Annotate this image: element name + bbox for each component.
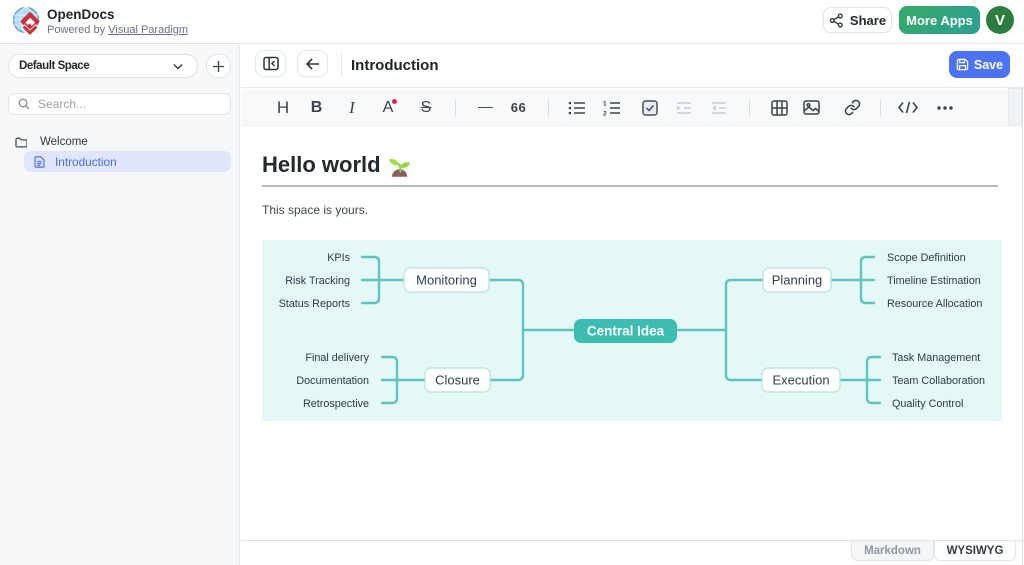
- svg-text:Status Reports: Status Reports: [279, 298, 351, 310]
- svg-text:Team Collaboration: Team Collaboration: [892, 375, 985, 387]
- svg-text:KPIs: KPIs: [327, 252, 350, 264]
- svg-text:Scope Definition: Scope Definition: [887, 252, 966, 264]
- svg-text:Task Management: Task Management: [892, 352, 980, 364]
- svg-text:Timeline Estimation: Timeline Estimation: [887, 275, 981, 287]
- svg-text:1: 1: [603, 100, 607, 107]
- svg-text:Closure: Closure: [435, 373, 480, 388]
- svg-text:Risk Tracking: Risk Tracking: [285, 275, 350, 287]
- svg-text:Final delivery: Final delivery: [305, 352, 369, 364]
- svg-text:Monitoring: Monitoring: [416, 273, 477, 288]
- svg-text:Documentation: Documentation: [296, 375, 369, 387]
- svg-text:Resource Allocation: Resource Allocation: [887, 298, 982, 310]
- svg-text:Central Idea: Central Idea: [587, 324, 665, 339]
- svg-text:Quality Control: Quality Control: [892, 398, 963, 410]
- svg-text:Retrospective: Retrospective: [303, 398, 369, 410]
- svg-text:2: 2: [603, 110, 607, 116]
- svg-text:Planning: Planning: [772, 273, 823, 288]
- svg-text:Execution: Execution: [772, 373, 829, 388]
